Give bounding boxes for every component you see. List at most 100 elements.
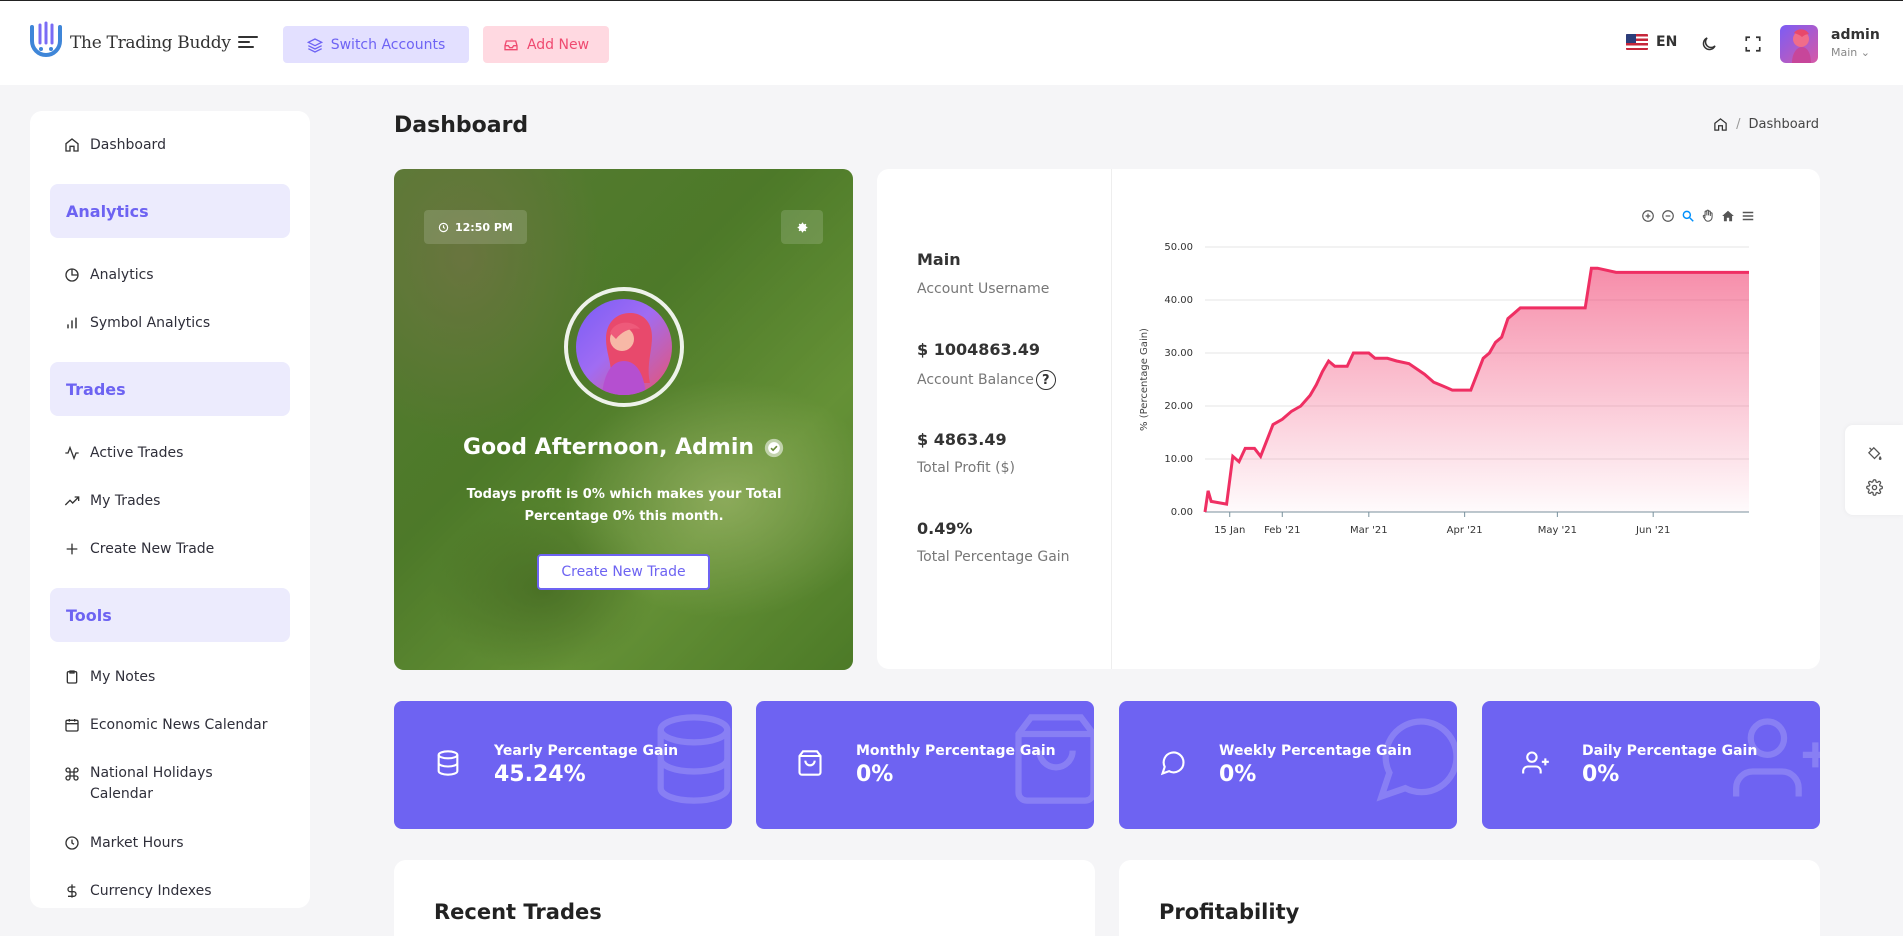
- percentage-gain-chart: 0.00 10.00 20.00 30.00 40.00 50.00 15 Jan Feb …: [1139, 242, 1749, 536]
- create-new-trade-button[interactable]: Create New Trade: [537, 554, 710, 590]
- chevron-down-icon: ⌄: [1860, 46, 1870, 59]
- sidebar-section-analytics[interactable]: Analytics: [50, 184, 290, 238]
- pie-chart-icon: [65, 268, 79, 282]
- sidebar-item-label: My Notes: [90, 669, 156, 685]
- time-badge: 12:50 PM: [424, 210, 527, 244]
- x-tick-label: 15 Jan: [1214, 525, 1245, 536]
- y-tick-label: 20.00: [1164, 401, 1193, 412]
- clipboard-icon: [66, 670, 78, 684]
- logo-icon: [30, 21, 62, 57]
- fullscreen-icon[interactable]: [1741, 32, 1765, 56]
- sidebar-item-create-new-trade[interactable]: Create New Trade: [64, 541, 214, 557]
- home-icon[interactable]: [1713, 117, 1728, 132]
- plus-icon: [66, 543, 78, 555]
- sidebar-item-national-holidays-calendar[interactable]: National Holidays Calendar: [64, 765, 264, 805]
- sidebar-item-label: Currency Indexes: [90, 883, 212, 899]
- switch-accounts-button[interactable]: Switch Accounts: [283, 26, 469, 63]
- sidebar-item-label: Market Hours: [90, 835, 184, 851]
- breadcrumb-current: Dashboard: [1748, 117, 1819, 132]
- y-tick-label: 50.00: [1164, 242, 1193, 253]
- home-icon: [65, 138, 79, 152]
- greeting: Good Afternoon, Admin: [394, 435, 853, 460]
- account-username-label: Account Username: [917, 281, 1050, 297]
- message-circle-icon: [1160, 751, 1185, 776]
- profitability-panel: Profitability: [1119, 860, 1820, 936]
- y-axis-label: % (Percentage Gain): [1139, 328, 1150, 431]
- sidebar-item-active-trades[interactable]: Active Trades: [64, 445, 183, 461]
- app-logo[interactable]: The Trading Buddy: [28, 21, 231, 65]
- y-tick-label: 0.00: [1171, 507, 1193, 518]
- account-stats-card: Main Account Username $ 1004863.49 Accou…: [877, 169, 1820, 669]
- sidebar-item-market-hours[interactable]: Market Hours: [64, 835, 184, 851]
- sidebar-item-my-trades[interactable]: My Trades: [64, 493, 160, 509]
- kpi-value: 45.24%: [494, 762, 586, 787]
- verified-icon: [764, 438, 784, 457]
- user-plus-icon: [1522, 751, 1549, 774]
- kpi-card-yearly: Yearly Percentage Gain 45.24%: [394, 701, 732, 829]
- sidebar-item-dashboard[interactable]: Dashboard: [64, 137, 166, 153]
- sidebar-item-currency-indexes[interactable]: Currency Indexes: [64, 883, 212, 899]
- sidebar: Dashboard Analytics Analytics Symbol Ana…: [30, 111, 310, 908]
- kpi-label: Yearly Percentage Gain: [494, 743, 679, 759]
- user-role-label: Main: [1831, 46, 1858, 59]
- account-balance-label-row: Account Balance?: [917, 370, 1056, 390]
- time-text: 12:50 PM: [455, 220, 513, 234]
- avatar-image: [576, 299, 672, 395]
- sidebar-section-label: Analytics: [66, 201, 149, 221]
- activity-icon: [65, 445, 79, 461]
- sidebar-item-my-notes[interactable]: My Notes: [64, 669, 155, 685]
- total-profit-value: $ 4863.49: [917, 430, 1007, 449]
- kpi-label: Weekly Percentage Gain: [1219, 743, 1412, 759]
- sidebar-section-trades[interactable]: Trades: [50, 362, 290, 416]
- sidebar-item-label: Create New Trade: [90, 541, 215, 557]
- command-icon: [65, 767, 79, 781]
- settings-button[interactable]: [781, 210, 823, 244]
- user-role[interactable]: Main ⌄: [1831, 46, 1870, 59]
- sidebar-section-label: Trades: [66, 379, 126, 399]
- help-icon[interactable]: ?: [1035, 370, 1056, 390]
- database-icon: [657, 714, 731, 804]
- bar-chart-icon: [67, 317, 77, 329]
- sidebar-item-economic-news-calendar[interactable]: Economic News Calendar: [64, 717, 267, 733]
- recent-trades-panel: Recent Trades: [394, 860, 1095, 936]
- sidebar-section-tools[interactable]: Tools: [50, 588, 290, 642]
- sidebar-item-symbol-analytics[interactable]: Symbol Analytics: [64, 315, 210, 331]
- menu-toggle-icon[interactable]: [238, 33, 258, 53]
- language-selector[interactable]: EN: [1626, 34, 1677, 50]
- user-name[interactable]: admin: [1831, 27, 1880, 43]
- total-percentage-gain-value: 0.49%: [917, 519, 973, 538]
- trending-up-icon: [64, 496, 80, 506]
- greeting-text: Good Afternoon, Admin: [462, 435, 755, 460]
- kpi-value: 0%: [856, 762, 894, 787]
- x-tick-label: May '21: [1538, 525, 1577, 536]
- kpi-card-weekly: Weekly Percentage Gain 0%: [1119, 701, 1457, 829]
- gear-icon: [797, 222, 807, 232]
- x-tick-label: Mar '21: [1350, 525, 1388, 536]
- total-profit-label: Total Profit ($): [917, 460, 1015, 476]
- profile-avatar: [564, 287, 684, 407]
- language-label: EN: [1656, 34, 1678, 50]
- add-new-button[interactable]: Add New: [483, 26, 609, 63]
- kpi-card-daily: Daily Percentage Gain 0%: [1482, 701, 1820, 829]
- sidebar-item-analytics[interactable]: Analytics: [64, 267, 154, 283]
- dollar-icon: [67, 884, 77, 898]
- kpi-label: Daily Percentage Gain: [1582, 743, 1758, 759]
- series-area: [1205, 268, 1749, 512]
- sidebar-item-label: National Holidays Calendar: [90, 765, 213, 802]
- user-plus-icon: [1733, 718, 1820, 797]
- user-avatar[interactable]: [1780, 25, 1818, 63]
- y-tick-label: 40.00: [1164, 295, 1193, 306]
- y-tick-label: 30.00: [1164, 348, 1193, 359]
- paint-bucket-icon[interactable]: [1862, 441, 1886, 465]
- total-percentage-gain-label: Total Percentage Gain: [917, 549, 1070, 565]
- account-username-value: Main: [917, 250, 961, 269]
- y-tick-label: 10.00: [1164, 454, 1193, 465]
- settings-gear-icon[interactable]: [1862, 475, 1886, 499]
- account-balance-label: Account Balance: [917, 372, 1034, 388]
- shopping-bag-icon: [1015, 714, 1094, 804]
- x-tick-label: Jun '21: [1635, 525, 1670, 536]
- breadcrumb-separator: /: [1736, 117, 1741, 132]
- database-icon: [437, 750, 459, 776]
- dark-mode-icon[interactable]: [1697, 32, 1721, 56]
- sidebar-item-label: Economic News Calendar: [90, 717, 268, 733]
